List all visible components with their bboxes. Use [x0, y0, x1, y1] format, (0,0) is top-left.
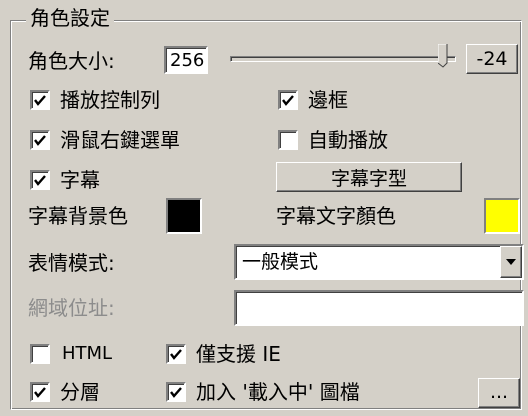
loading-image-checkbox[interactable] — [166, 382, 186, 402]
check-icon — [34, 175, 46, 186]
playback-controls-checkbox[interactable] — [30, 90, 50, 110]
url-input[interactable] — [234, 290, 524, 326]
subtitle-font-button[interactable]: 字幕字型 — [276, 162, 462, 192]
size-label: 角色大小: — [28, 49, 115, 73]
ie-only-label: 僅支援 IE — [196, 342, 281, 366]
subtitle-bg-label: 字幕背景色 — [28, 204, 128, 228]
expression-selected: 一般模式 — [242, 251, 319, 273]
ie-only-checkbox[interactable] — [166, 344, 186, 364]
check-icon — [34, 135, 46, 146]
size-input[interactable]: 256 — [164, 46, 208, 74]
group-title: 角色設定 — [26, 6, 114, 30]
check-icon — [170, 387, 182, 398]
subtitle-bg-color-swatch[interactable] — [166, 198, 202, 234]
check-icon — [282, 95, 294, 106]
html-checkbox[interactable] — [30, 344, 50, 364]
dropdown-button[interactable] — [500, 246, 522, 278]
layered-checkbox[interactable] — [30, 382, 50, 402]
playback-controls-label: 播放控制列 — [60, 88, 160, 112]
size-offset-button[interactable]: -24 — [466, 44, 518, 74]
check-icon — [34, 387, 46, 398]
subtitle-text-color-swatch[interactable] — [484, 198, 520, 234]
subtitles-label: 字幕 — [60, 168, 100, 192]
right-click-menu-checkbox[interactable] — [30, 130, 50, 150]
size-value: 256 — [170, 50, 205, 71]
html-label: HTML — [62, 343, 113, 364]
check-icon — [34, 95, 46, 106]
size-slider-track[interactable] — [230, 56, 456, 62]
autoplay-checkbox[interactable] — [278, 130, 298, 150]
right-click-menu-label: 滑鼠右鍵選單 — [60, 128, 180, 152]
layered-label: 分層 — [60, 380, 100, 404]
expression-label: 表情模式: — [28, 251, 115, 275]
subtitles-checkbox[interactable] — [30, 170, 50, 190]
autoplay-label: 自動播放 — [308, 128, 388, 152]
border-label: 邊框 — [308, 88, 348, 112]
chevron-down-icon — [506, 259, 516, 265]
url-label: 網域位址: — [28, 296, 115, 320]
browse-button[interactable]: ... — [478, 378, 520, 408]
subtitle-text-color-label: 字幕文字顏色 — [276, 204, 396, 228]
size-slider-thumb[interactable] — [438, 44, 448, 68]
loading-image-label: 加入 '載入中' 圖檔 — [196, 380, 360, 404]
expression-select[interactable]: 一般模式 — [234, 244, 524, 280]
check-icon — [170, 349, 182, 360]
border-checkbox[interactable] — [278, 90, 298, 110]
